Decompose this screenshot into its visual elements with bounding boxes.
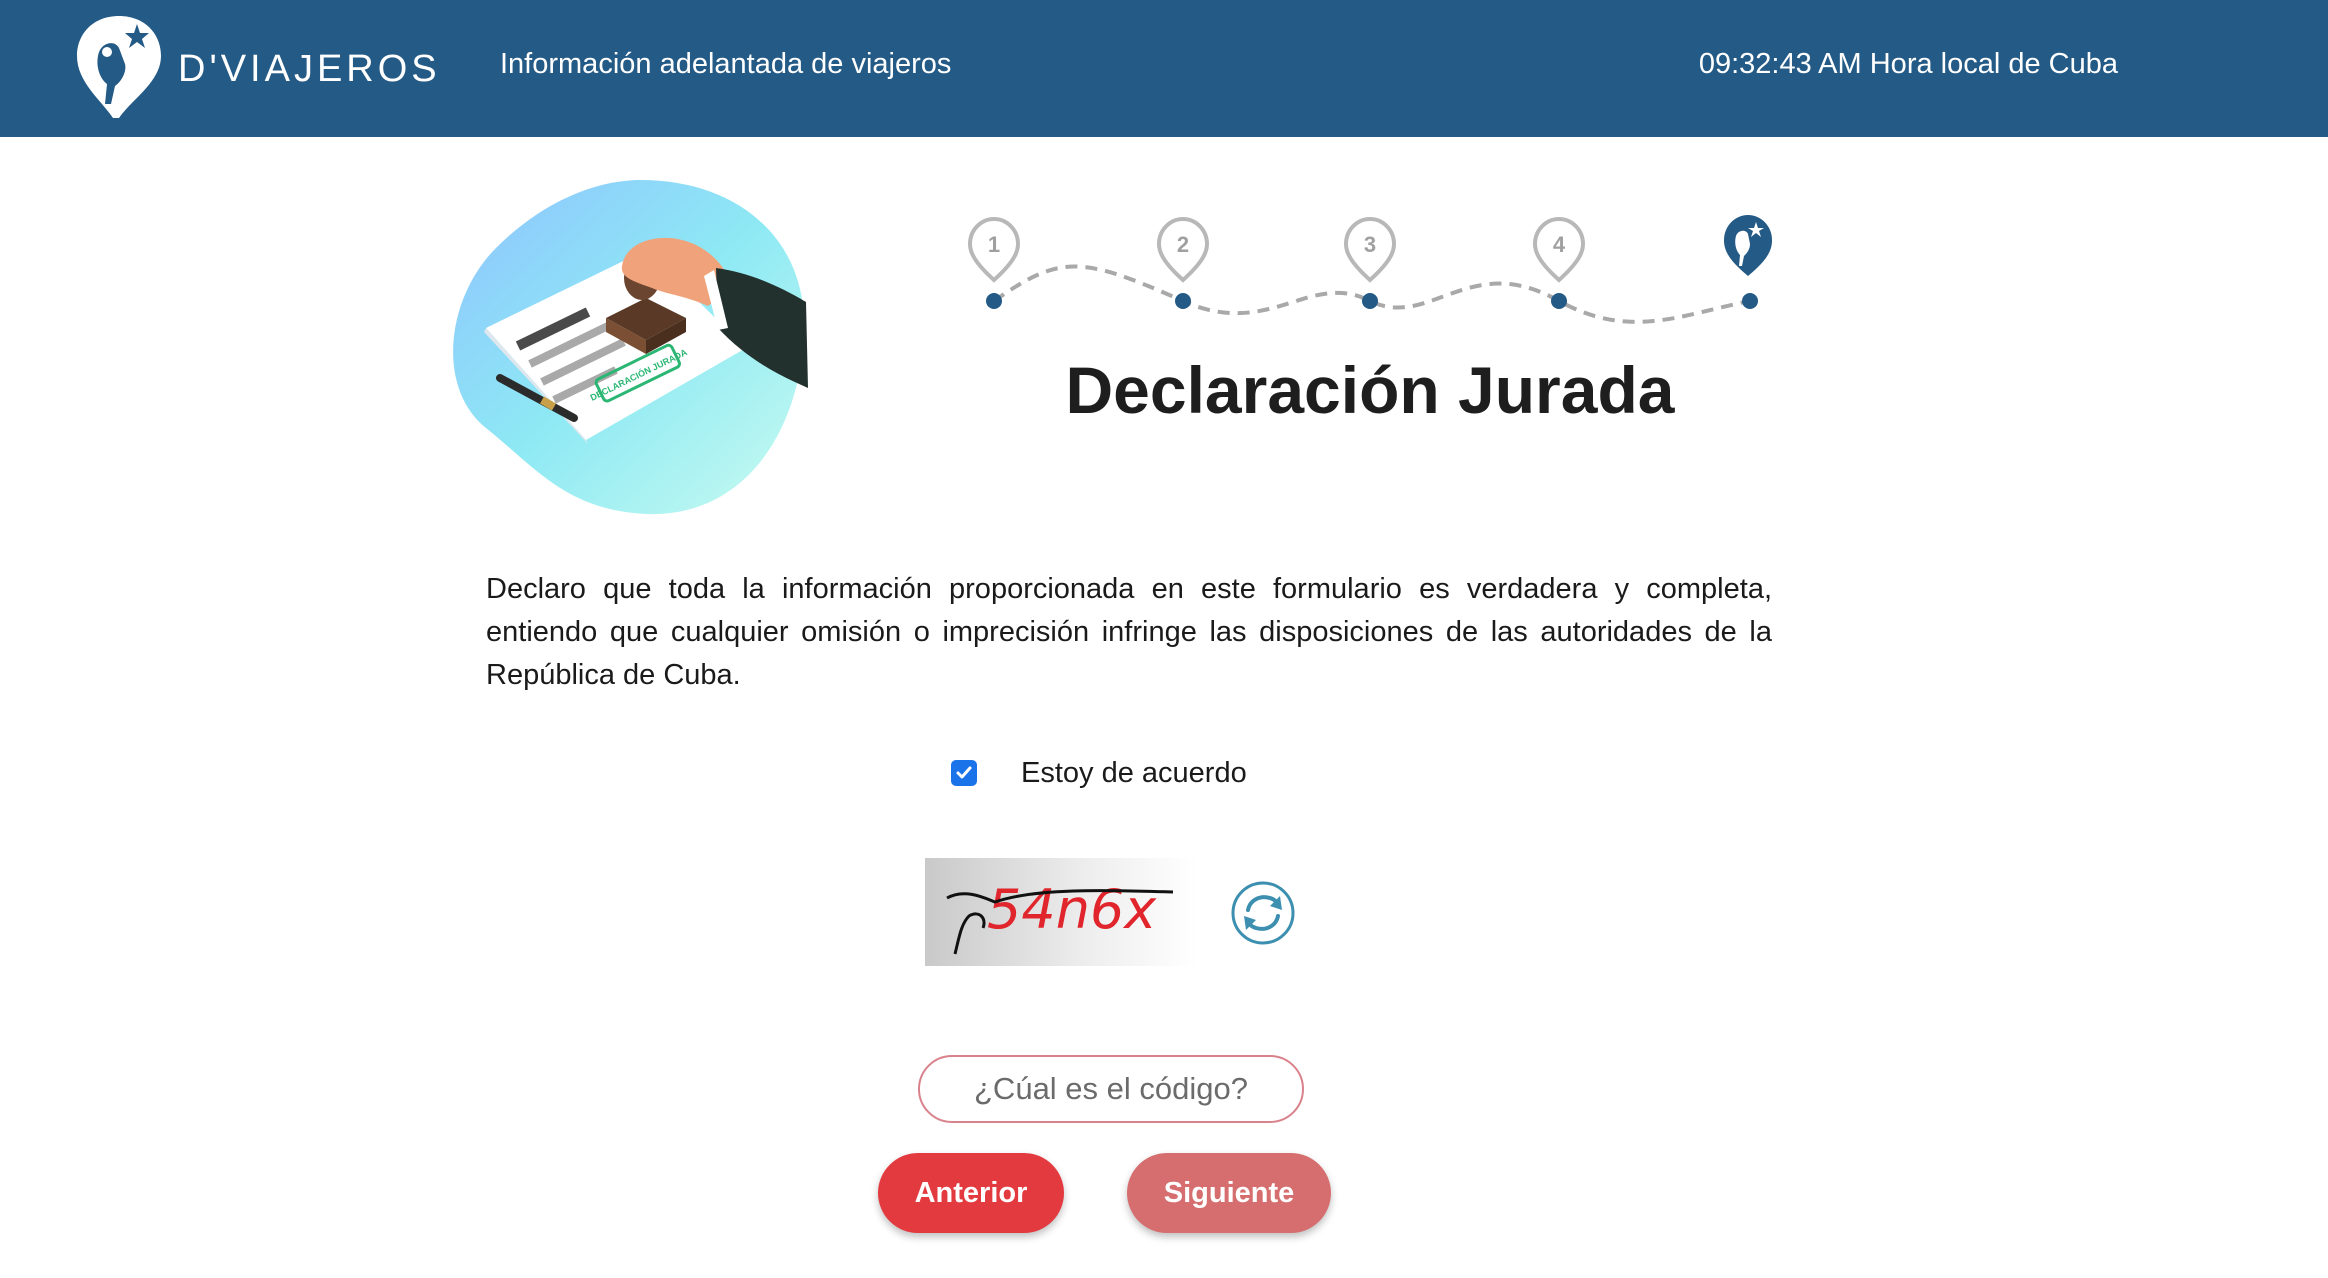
progress-stepper: 1 2 3 4 <box>967 215 1772 324</box>
captcha-image: 54n6x <box>925 858 1197 966</box>
agree-checkbox[interactable] <box>951 760 977 786</box>
page-title: Declaración Jurada <box>1065 353 1675 427</box>
step-5-current-marker <box>1724 215 1772 309</box>
refresh-captcha-icon[interactable] <box>1230 880 1296 946</box>
step-1-marker: 1 <box>967 216 1021 309</box>
step-4-marker: 4 <box>1532 216 1586 309</box>
step-1-number: 1 <box>988 232 1000 257</box>
step-2-number: 2 <box>1177 232 1189 257</box>
header-subtitle: Información adelantada de viajeros <box>500 48 952 80</box>
step-3-number: 3 <box>1364 232 1376 257</box>
step-2-dot <box>1175 293 1191 309</box>
top-header: D'VIAJEROS Información adelantada de via… <box>0 0 2328 137</box>
previous-button[interactable]: Anterior <box>878 1153 1064 1233</box>
brand-name: D'VIAJEROS <box>178 48 441 90</box>
step-4-number: 4 <box>1553 232 1566 257</box>
declaration-illustration: DECLARACIÓN JURADA <box>453 179 808 515</box>
agree-row: Estoy de acuerdo <box>951 752 1247 794</box>
next-button[interactable]: Siguiente <box>1127 1153 1331 1233</box>
step-4-dot <box>1551 293 1567 309</box>
captcha-code-input[interactable] <box>918 1055 1304 1123</box>
step-3-dot <box>1362 293 1378 309</box>
step-5-dot <box>1742 293 1758 309</box>
checkmark-icon <box>956 766 972 779</box>
step-1-dot <box>986 293 1002 309</box>
agree-label: Estoy de acuerdo <box>1021 756 1247 789</box>
captcha-text: 54n6x <box>987 878 1157 941</box>
declaration-text: Declaro que toda la información proporci… <box>486 573 1772 691</box>
dviajeros-logo-icon <box>77 16 161 118</box>
step-3-marker: 3 <box>1343 216 1397 309</box>
local-time-clock: 09:32:43 AM Hora local de Cuba <box>1698 48 2118 80</box>
